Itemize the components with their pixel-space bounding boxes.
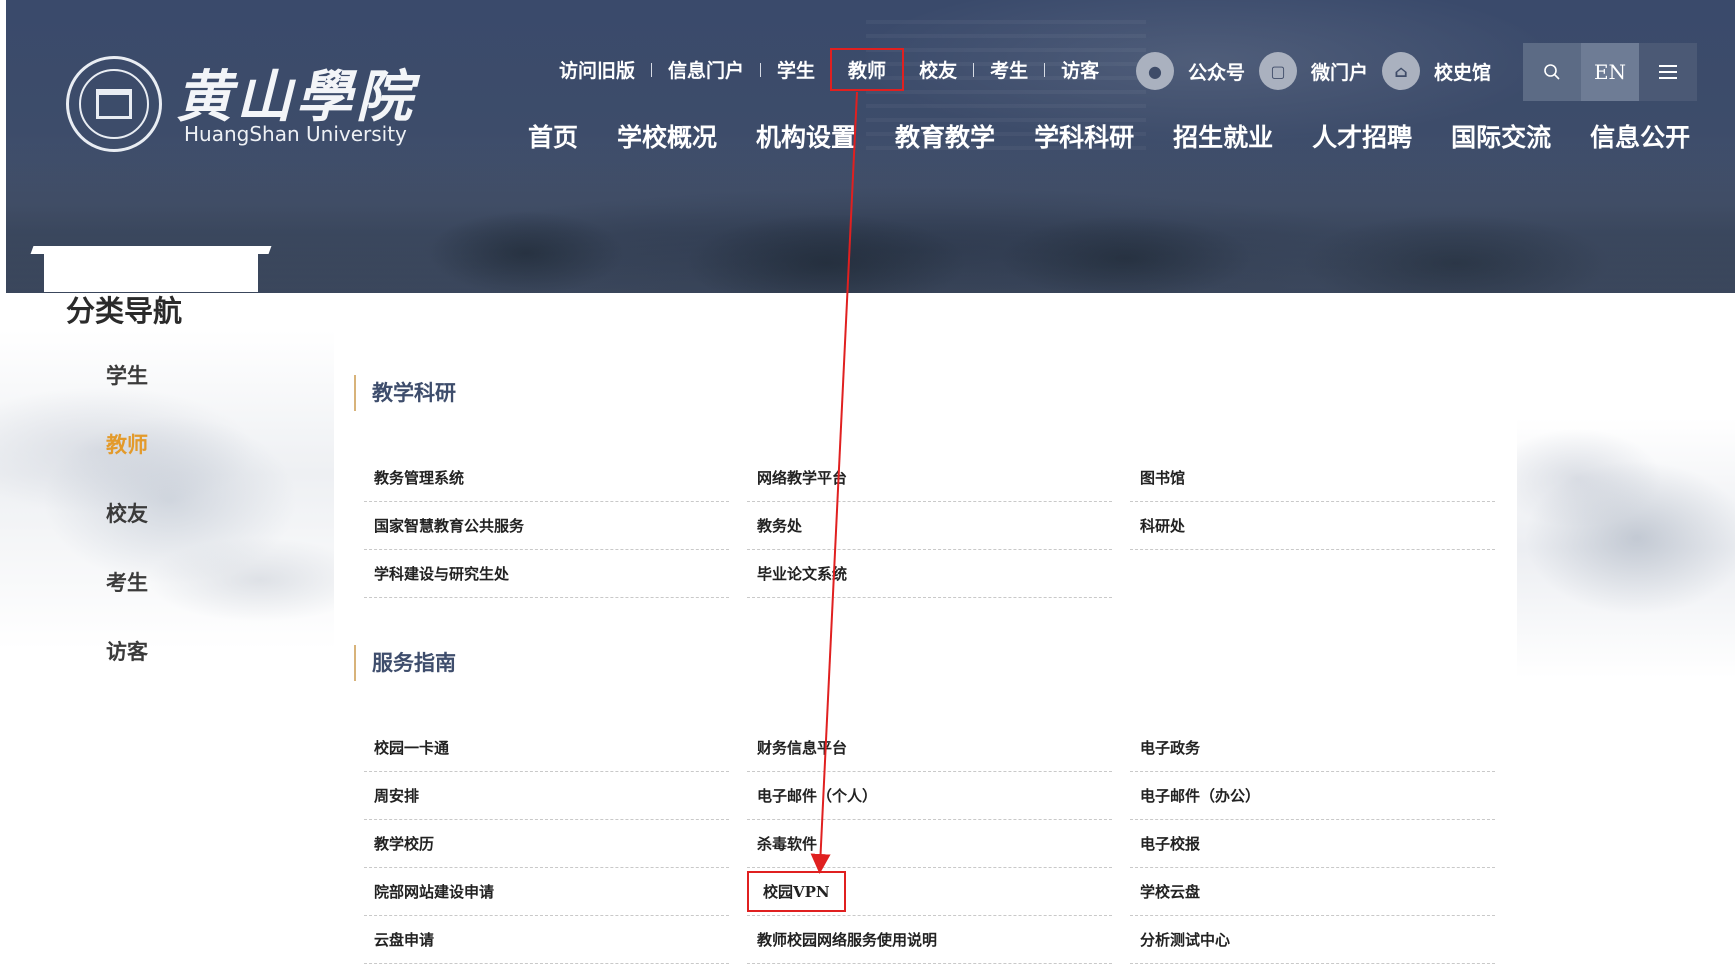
main-nav: 首页 学校概况 机构设置 教育教学 学科科研 招生就业 人才招聘 国际交流 信息…: [528, 118, 1690, 154]
menu-icon: [1659, 65, 1677, 79]
link-antivirus[interactable]: 杀毒软件: [747, 820, 1112, 868]
top-link-alumni[interactable]: 校友: [903, 56, 973, 83]
section-title-teaching-research: 教学科研: [354, 375, 456, 411]
nav-home[interactable]: 首页: [528, 118, 578, 154]
link-teacher-network-guide[interactable]: 教师校园网络服务使用说明: [747, 916, 1112, 964]
quick-link-micro-portal[interactable]: ▢ 微门户: [1259, 52, 1368, 90]
campus-trees-image: [6, 143, 1735, 293]
sidebar-item-alumni[interactable]: 校友: [106, 498, 148, 567]
menu-button[interactable]: [1639, 43, 1697, 101]
link-office-email[interactable]: 电子邮件（办公）: [1130, 772, 1495, 820]
sidebar-item-applicants[interactable]: 考生: [106, 567, 148, 636]
sidebar-roof-decoration: [44, 246, 258, 292]
logo-chinese-name[interactable]: 黄山學院: [176, 52, 416, 133]
nav-recruitment[interactable]: 人才招聘: [1312, 118, 1412, 154]
sidebar-menu: 学生 教师 校友 考生 访客: [106, 360, 148, 705]
link-research-office[interactable]: 科研处: [1130, 502, 1495, 550]
logo-english-name[interactable]: HuangShan University: [184, 122, 407, 146]
link-campus-card[interactable]: 校园一卡通: [364, 724, 729, 772]
link-graduate-office[interactable]: 学科建设与研究生处: [364, 550, 729, 598]
link-academic-affairs-office[interactable]: 教务处: [747, 502, 1112, 550]
sidebar-cloud-decoration: [0, 330, 334, 650]
section-title-service-guide: 服务指南: [354, 645, 456, 681]
search-button[interactable]: [1523, 43, 1581, 101]
quick-link-history-museum[interactable]: ⌂ 校史馆: [1382, 52, 1491, 90]
link-thesis-system[interactable]: 毕业论文系统: [747, 550, 1112, 598]
link-online-teaching-platform[interactable]: 网络教学平台: [747, 454, 1112, 502]
link-library[interactable]: 图书馆: [1130, 454, 1495, 502]
link-website-application[interactable]: 院部网站建设申请: [364, 868, 729, 916]
teaching-research-links: 教务管理系统 网络教学平台 图书馆 国家智慧教育公共服务 教务处 科研处 学科建…: [364, 454, 1495, 598]
link-school-cloud-disk[interactable]: 学校云盘: [1130, 868, 1495, 916]
wechat-icon: ●: [1136, 52, 1174, 90]
link-weekly-schedule[interactable]: 周安排: [364, 772, 729, 820]
link-analysis-testing-center[interactable]: 分析测试中心: [1130, 916, 1495, 964]
nav-about[interactable]: 学校概况: [617, 118, 717, 154]
top-link-divider: [831, 62, 833, 77]
sidebar-title: 分类导航: [66, 294, 183, 328]
top-links: 访问旧版 信息门户 学生 教师 校友 考生 访客: [543, 48, 1115, 91]
top-link-applicants[interactable]: 考生: [974, 56, 1044, 83]
link-academic-affairs-system[interactable]: 教务管理系统: [364, 454, 729, 502]
top-link-visitors[interactable]: 访客: [1045, 56, 1115, 83]
top-link-old-version[interactable]: 访问旧版: [543, 56, 651, 83]
link-campus-vpn[interactable]: 校园VPN: [747, 868, 1112, 916]
quick-link-wechat[interactable]: ● 公众号: [1136, 52, 1245, 90]
portal-icon: ▢: [1259, 52, 1298, 90]
nav-organization[interactable]: 机构设置: [756, 118, 856, 154]
link-teaching-calendar[interactable]: 教学校历: [364, 820, 729, 868]
link-national-smart-education[interactable]: 国家智慧教育公共服务: [364, 502, 729, 550]
nav-admissions[interactable]: 招生就业: [1173, 118, 1273, 154]
sidebar-item-teachers[interactable]: 教师: [106, 429, 148, 498]
link-e-newspaper[interactable]: 电子校报: [1130, 820, 1495, 868]
header-tools: EN: [1523, 43, 1697, 101]
quick-link-label: 公众号: [1188, 61, 1246, 84]
nav-education[interactable]: 教育教学: [895, 118, 995, 154]
english-version-button[interactable]: EN: [1581, 43, 1639, 101]
nav-international[interactable]: 国际交流: [1451, 118, 1551, 154]
link-campus-vpn-label: 校园VPN: [747, 871, 846, 912]
sidebar-item-students[interactable]: 学生: [106, 360, 148, 429]
link-finance-platform[interactable]: 财务信息平台: [747, 724, 1112, 772]
top-link-teachers[interactable]: 教师: [830, 48, 905, 91]
top-link-info-portal[interactable]: 信息门户: [652, 56, 760, 83]
quick-link-label: 微门户: [1311, 61, 1369, 84]
link-personal-email[interactable]: 电子邮件（个人）: [747, 772, 1112, 820]
service-guide-links: 校园一卡通 财务信息平台 电子政务 周安排 电子邮件（个人） 电子邮件（办公） …: [364, 724, 1495, 964]
search-icon: [1544, 64, 1560, 80]
quick-links: ● 公众号 ▢ 微门户 ⌂ 校史馆: [1136, 52, 1505, 90]
top-link-students[interactable]: 学生: [761, 56, 831, 83]
sidebar-item-visitors[interactable]: 访客: [106, 636, 148, 705]
quick-link-label: 校史馆: [1434, 61, 1492, 84]
right-cloud-decoration: [1517, 418, 1735, 678]
link-cloud-disk-application[interactable]: 云盘申请: [364, 916, 729, 964]
nav-research[interactable]: 学科科研: [1034, 118, 1134, 154]
nav-disclosure[interactable]: 信息公开: [1590, 118, 1690, 154]
link-e-government[interactable]: 电子政务: [1130, 724, 1495, 772]
museum-icon: ⌂: [1382, 52, 1421, 90]
empty-cell: [1130, 550, 1495, 598]
university-seal-icon[interactable]: [66, 56, 162, 152]
